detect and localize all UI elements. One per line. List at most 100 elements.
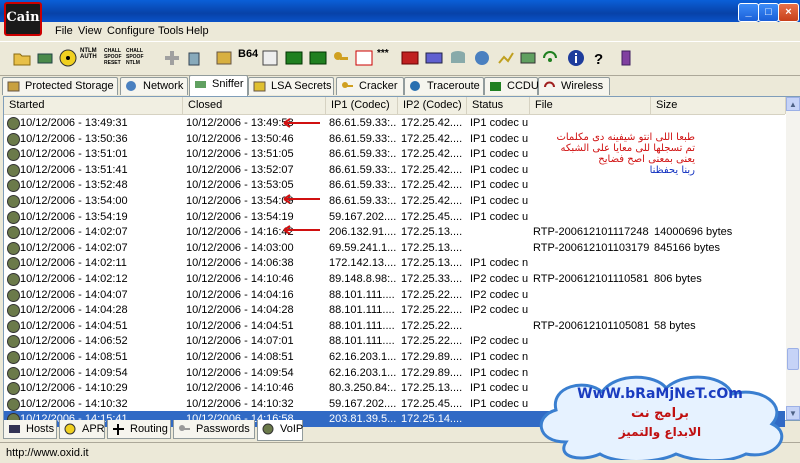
- cell-ip1: 86.61.59.33:...: [329, 195, 397, 207]
- chall-spoof-ntlm-button[interactable]: CHALL SPOOF NTLM: [126, 48, 146, 68]
- table-row[interactable]: 10/12/2006 - 14:04:28 10/12/2006 - 14:04:…: [4, 302, 785, 318]
- recycle-bin-icon[interactable]: [184, 48, 204, 68]
- cell-ip1: 206.132.91....: [329, 226, 397, 239]
- cell-ip1: 86.61.59.33:...: [329, 179, 397, 192]
- voip-phone-icon: [7, 397, 20, 411]
- watermark-title: برامج نت: [630, 406, 689, 421]
- voip-phone-icon: [7, 351, 20, 364]
- cell-ip1: 172.142.13....: [329, 257, 397, 270]
- close-button[interactable]: ×: [778, 3, 799, 22]
- network-map-icon[interactable]: [518, 48, 538, 68]
- exit-icon[interactable]: [616, 48, 636, 68]
- scroll-up-icon[interactable]: ▲: [786, 97, 800, 111]
- tab-protected-storage[interactable]: Protected Storage: [2, 77, 118, 95]
- tab-cracker[interactable]: Cracker: [336, 77, 404, 95]
- cell-status: IP1 codec u...: [470, 179, 528, 192]
- tab-wireless[interactable]: Wireless: [538, 77, 610, 95]
- table-row[interactable]: 10/12/2006 - 14:04:51 10/12/2006 - 14:04:…: [4, 318, 785, 334]
- tab-lsa-secrets[interactable]: LSA Secrets: [248, 77, 334, 95]
- menu-view[interactable]: View: [78, 25, 102, 37]
- maximize-button[interactable]: □: [758, 3, 779, 22]
- dialer-icon[interactable]: [424, 48, 444, 68]
- key-icon[interactable]: [331, 48, 351, 68]
- cell-started: 10/12/2006 - 14:08:51: [20, 351, 128, 363]
- add-plus-icon[interactable]: [162, 48, 182, 68]
- column-size[interactable]: Size: [651, 97, 786, 114]
- column-closed[interactable]: Closed: [183, 97, 326, 114]
- column-ip1[interactable]: IP1 (Codec): [326, 97, 398, 114]
- base64-button[interactable]: B64: [238, 48, 258, 68]
- voip-phone-icon: [7, 210, 20, 224]
- table-row[interactable]: 10/12/2006 - 14:02:12 10/12/2006 - 14:10:…: [4, 271, 785, 287]
- tab-ccdu[interactable]: CCDU: [484, 77, 539, 95]
- tab-traceroute[interactable]: Traceroute: [404, 77, 484, 95]
- radiation-icon[interactable]: [58, 48, 78, 68]
- menu-configure[interactable]: Configure: [107, 25, 155, 37]
- column-status[interactable]: Status: [467, 97, 530, 114]
- cell-closed: 10/12/2006 - 14:04:16: [186, 288, 294, 301]
- cell-started: 10/12/2006 - 14:04:51: [20, 319, 128, 332]
- hosts-scan-icon[interactable]: [472, 48, 492, 68]
- tab-passwords[interactable]: Passwords: [173, 420, 255, 439]
- menu-file[interactable]: File: [55, 25, 73, 37]
- vpn-icon[interactable]: [308, 48, 328, 68]
- open-folder-icon[interactable]: [12, 48, 32, 68]
- table-row[interactable]: 10/12/2006 - 14:02:11 10/12/2006 - 14:06:…: [4, 255, 785, 271]
- menu-tools[interactable]: Tools: [158, 25, 184, 37]
- cell-file: [533, 349, 649, 365]
- cell-closed: 10/12/2006 - 13:52:07: [186, 163, 294, 176]
- cell-size: [654, 333, 782, 349]
- table-row[interactable]: 10/12/2006 - 14:02:07 10/12/2006 - 14:16:…: [4, 224, 785, 240]
- tab-voip[interactable]: VoIP: [257, 420, 303, 441]
- column-ip2[interactable]: IP2 (Codec): [398, 97, 467, 114]
- cell-ip1: 86.61.59.33:...: [329, 148, 397, 161]
- database-icon[interactable]: [448, 48, 468, 68]
- cell-file: [533, 287, 649, 303]
- ntlm-auth-button[interactable]: NTLM AUTH: [80, 48, 100, 68]
- chall-spoof-reset-button[interactable]: CHALL SPOOF RESET: [104, 48, 124, 68]
- cell-file: RTP-2006121011031798...: [533, 241, 649, 254]
- cell-started: 10/12/2006 - 14:10:29: [20, 382, 128, 395]
- tab-hosts[interactable]: Hosts: [3, 420, 57, 439]
- table-row[interactable]: 10/12/2006 - 14:02:07 10/12/2006 - 14:03:…: [4, 240, 785, 256]
- wireless-scan-icon[interactable]: [540, 48, 560, 68]
- voip-phone-icon: [7, 132, 20, 146]
- table-row[interactable]: 10/12/2006 - 14:06:52 10/12/2006 - 14:07:…: [4, 333, 785, 349]
- graph-icon[interactable]: [496, 48, 516, 68]
- cell-closed: 10/12/2006 - 13:54:19: [186, 210, 294, 223]
- arabic-annotation: طبعا اللى انتو شيفينه دى مكلمات تم تسجله…: [556, 132, 695, 176]
- tab-sniffer[interactable]: Sniffer: [189, 75, 248, 96]
- scroll-thumb[interactable]: [787, 348, 799, 370]
- password-reveal-button[interactable]: ***: [377, 48, 397, 68]
- table-row[interactable]: 10/12/2006 - 13:54:19 10/12/2006 - 13:54:…: [4, 209, 785, 225]
- minimize-button[interactable]: _: [738, 3, 759, 22]
- network-card-icon[interactable]: [35, 48, 55, 68]
- cell-ip2: 172.25.42....: [401, 148, 463, 161]
- toolbar: NTLM AUTH CHALL SPOOF RESET CHALL SPOOF …: [0, 41, 800, 76]
- column-started[interactable]: Started: [4, 97, 183, 114]
- info-icon[interactable]: [566, 48, 586, 68]
- cell-status: IP1 codec n...: [470, 366, 528, 379]
- hash-calculator-icon[interactable]: [284, 48, 304, 68]
- column-file[interactable]: File: [530, 97, 651, 114]
- red-box-icon[interactable]: [400, 48, 420, 68]
- tool-icon[interactable]: [260, 48, 280, 68]
- tab-apr[interactable]: APR: [59, 420, 105, 439]
- certificate-icon[interactable]: [214, 48, 234, 68]
- voip-phone-icon: [7, 319, 20, 333]
- app-logo-icon[interactable]: Cain: [4, 2, 42, 36]
- cell-ip2: 172.25.22....: [401, 335, 463, 348]
- table-row[interactable]: 10/12/2006 - 13:54:00 10/12/2006 - 13:54:…: [4, 193, 785, 209]
- tab-network[interactable]: Network: [120, 77, 188, 95]
- tab-routing[interactable]: Routing: [107, 420, 171, 439]
- cell-file: RTP-2006121011050815...: [533, 319, 649, 332]
- table-row[interactable]: 10/12/2006 - 14:08:51 10/12/2006 - 14:08:…: [4, 349, 785, 365]
- table-row[interactable]: 10/12/2006 - 14:04:07 10/12/2006 - 14:04:…: [4, 287, 785, 303]
- help-question-icon[interactable]: ?: [588, 48, 608, 68]
- rc-icon[interactable]: [354, 48, 374, 68]
- cell-status: IP1 codec u...: [470, 117, 528, 129]
- table-row[interactable]: 10/12/2006 - 13:52:48 10/12/2006 - 13:53:…: [4, 177, 785, 193]
- passwords-key-icon: [179, 425, 190, 431]
- table-row[interactable]: 10/12/2006 - 13:49:31 10/12/2006 - 13:49:…: [4, 115, 785, 131]
- menu-help[interactable]: Help: [186, 25, 209, 37]
